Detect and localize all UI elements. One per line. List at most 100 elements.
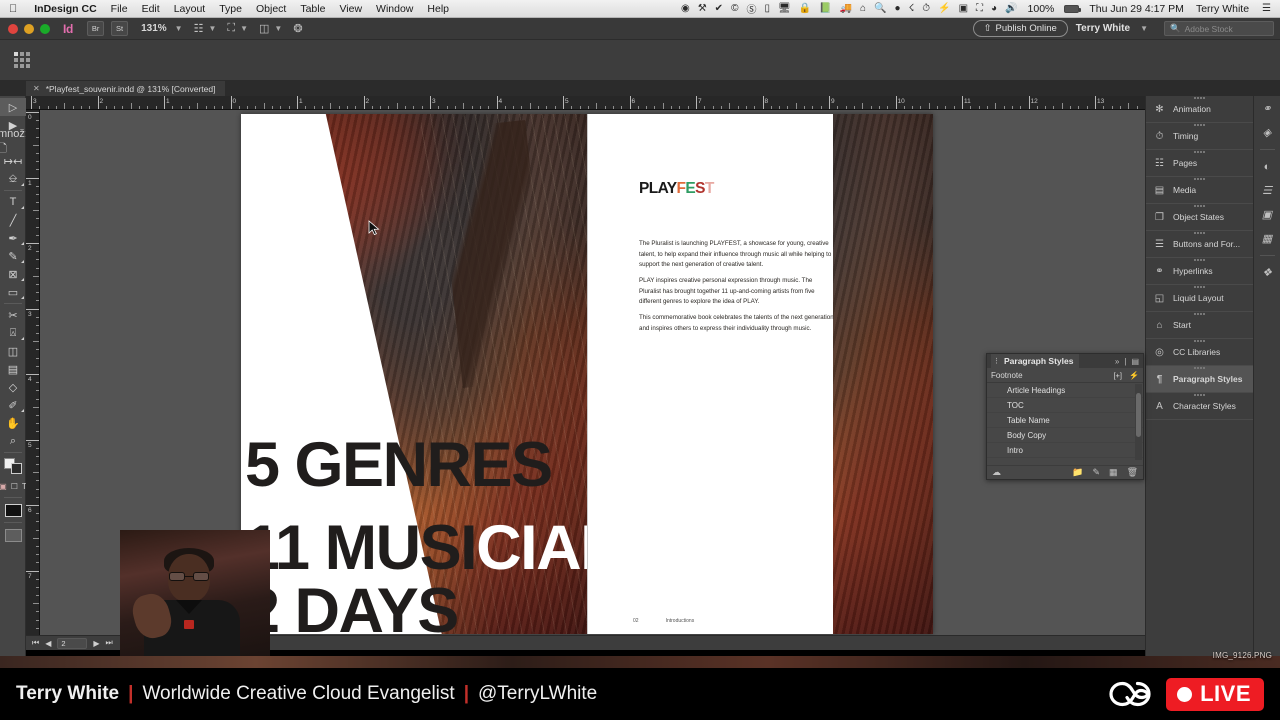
menu-edit[interactable]: Edit bbox=[135, 3, 167, 15]
window-controls[interactable] bbox=[0, 23, 59, 34]
minimize-window-button[interactable] bbox=[24, 23, 34, 34]
swatches-icon[interactable]: ☰ bbox=[1259, 183, 1276, 198]
dock-panel-cc-libraries[interactable]: ◎ CC Libraries bbox=[1146, 339, 1253, 366]
publish-online-button[interactable]: ⇧ Publish Online bbox=[972, 20, 1068, 37]
pencil-tool[interactable]: ✎ bbox=[0, 247, 26, 265]
gradient-swatch-tool[interactable]: ◫ bbox=[0, 342, 26, 360]
dropbox-icon[interactable]: ◉ bbox=[677, 3, 694, 14]
paragraph-styles-list[interactable]: Article Headings TOC Table Name Body Copy In… bbox=[987, 383, 1143, 461]
panel-menu-icon[interactable]: ▤ bbox=[1131, 357, 1139, 366]
menu-object[interactable]: Object bbox=[249, 3, 293, 15]
pen-tool[interactable]: ✒ bbox=[0, 229, 26, 247]
menu-table[interactable]: Table bbox=[293, 3, 332, 15]
clock-icon[interactable]: ⏱ bbox=[918, 3, 934, 14]
display-icon[interactable]: ▯ bbox=[760, 3, 774, 14]
cc-library-icon[interactable]: ☁ bbox=[992, 467, 1001, 478]
view-options-icon[interactable]: ⛶ bbox=[224, 22, 238, 35]
clear-overrides-icon[interactable]: ✎ bbox=[1093, 467, 1101, 478]
paragraph-style-row[interactable]: TOC bbox=[987, 398, 1143, 413]
battery-icon[interactable] bbox=[1060, 4, 1083, 13]
volume-icon[interactable]: 🔊 bbox=[1001, 3, 1021, 14]
globe-icon[interactable]: ● bbox=[891, 3, 905, 14]
scissors-tool[interactable]: ✂ bbox=[0, 306, 26, 324]
effects-icon[interactable]: ▦ bbox=[1259, 231, 1276, 246]
note-tool[interactable]: ◇ bbox=[0, 378, 26, 396]
rectangle-tool[interactable]: ▭ bbox=[0, 283, 26, 301]
new-group-icon[interactable]: 📁 bbox=[1072, 467, 1083, 478]
view-options-chevron-down-icon[interactable]: ▼ bbox=[238, 24, 256, 33]
paragraph-style-row[interactable]: Body Copy bbox=[987, 428, 1143, 443]
zoom-window-button[interactable] bbox=[40, 23, 50, 34]
type-tool[interactable]: T bbox=[0, 193, 26, 211]
color-icon[interactable]: ◐ bbox=[1259, 159, 1276, 174]
arrange-documents-chevron-down-icon[interactable]: ▼ bbox=[272, 24, 290, 33]
search-icon[interactable]: 🔍 bbox=[870, 3, 890, 14]
wifi-icon[interactable]: ◕ bbox=[987, 3, 1001, 14]
arrange-documents-icon[interactable]: ◫ bbox=[256, 22, 272, 35]
delete-icon[interactable]: 🗑 bbox=[1127, 467, 1138, 478]
paragraph-style-row[interactable]: Article Headings bbox=[987, 383, 1143, 398]
clock-label[interactable]: Thu Jun 29 4:17 PM bbox=[1083, 3, 1190, 15]
adobe-stock-search-input[interactable]: 🔍 Adobe Stock bbox=[1164, 21, 1274, 36]
zero-icon[interactable]: Ⓢ bbox=[742, 1, 760, 16]
menu-app-name[interactable]: InDesign CC bbox=[27, 3, 103, 15]
screen-mode-chevron-down-icon[interactable]: ▼ bbox=[206, 24, 224, 33]
gradient-feather-tool[interactable]: ▤ bbox=[0, 360, 26, 378]
battery-percent[interactable]: 100% bbox=[1022, 3, 1061, 15]
panel-grip[interactable] bbox=[1193, 313, 1206, 315]
dock-panel-timing[interactable]: ⏱ Timing bbox=[1146, 123, 1253, 150]
dock-panel-object-states[interactable]: ❐ Object States bbox=[1146, 204, 1253, 231]
page-number-field[interactable]: 2 bbox=[57, 637, 88, 649]
last-page-icon[interactable]: ⏭ bbox=[106, 638, 113, 648]
zoom-level-chevron-down-icon[interactable]: ▼ bbox=[173, 24, 191, 33]
document-tab[interactable]: ✕ *Playfest_souvenir.indd @ 131% [Conver… bbox=[26, 81, 226, 96]
house-icon[interactable]: ⌂ bbox=[856, 3, 870, 14]
menu-window[interactable]: Window bbox=[369, 3, 420, 15]
account-name[interactable]: Terry White bbox=[1076, 23, 1130, 34]
panel-grip[interactable] bbox=[1193, 151, 1206, 153]
panel-grip[interactable] bbox=[1193, 178, 1206, 180]
paragraph-styles-panel-header[interactable]: ⋮ Paragraph Styles » | ▤ bbox=[987, 354, 1143, 368]
horizontal-ruler[interactable]: 32101234567891011121314 bbox=[26, 96, 1145, 110]
zoom-tool[interactable]: ⌕ bbox=[0, 432, 26, 450]
hand-tool[interactable]: ✋ bbox=[0, 414, 26, 432]
workspace-icon[interactable]: ❂ bbox=[290, 22, 305, 35]
panel-grip[interactable] bbox=[1193, 205, 1206, 207]
menu-help[interactable]: Help bbox=[420, 3, 456, 15]
lock-icon[interactable]: 🔒 bbox=[795, 3, 815, 14]
collapse-icon[interactable]: » bbox=[1115, 357, 1119, 366]
paragraph-style-row[interactable]: Intro bbox=[987, 443, 1143, 458]
frame-tool[interactable]: ⊠ bbox=[0, 265, 26, 283]
links-icon[interactable]: ⚭ bbox=[1259, 101, 1276, 116]
eyedropper-tool[interactable]: ✐ bbox=[0, 396, 26, 414]
paragraph-styles-scrollbar[interactable] bbox=[1135, 384, 1142, 460]
panel-grip[interactable] bbox=[1193, 124, 1206, 126]
first-page-icon[interactable]: ⏮ bbox=[32, 638, 39, 648]
screen-mode-icon[interactable]: ☷ bbox=[191, 22, 207, 35]
gap-tool[interactable]: ↦↤ bbox=[0, 152, 26, 170]
current-style-row[interactable]: Footnote [+] ⚡ bbox=[987, 368, 1143, 383]
apple-icon[interactable]:  bbox=[0, 3, 27, 15]
clear-override-indicator[interactable]: [+] bbox=[1113, 371, 1122, 380]
quick-apply-icon[interactable]: ⚡ bbox=[1129, 371, 1139, 380]
copyright-icon[interactable]: © bbox=[727, 3, 742, 14]
dock-panel-liquid-layout[interactable]: ◱ Liquid Layout bbox=[1146, 285, 1253, 312]
menu-view[interactable]: View bbox=[332, 3, 369, 15]
free-transform-tool[interactable]: ⍓ bbox=[0, 324, 26, 342]
notebook-icon[interactable]: 📗 bbox=[815, 3, 835, 14]
line-tool[interactable]: ╱ bbox=[0, 211, 26, 229]
content-collector-tool[interactable]: ⎒ bbox=[0, 170, 26, 188]
dock-panel-paragraph-styles[interactable]: ¶ Paragraph Styles bbox=[1146, 366, 1253, 393]
menu-file[interactable]: File bbox=[104, 3, 135, 15]
dock-panel-start[interactable]: ⌂ Start bbox=[1146, 312, 1253, 339]
checkmark-circle-icon[interactable]: ✔ bbox=[711, 3, 727, 14]
panel-grip[interactable] bbox=[1193, 340, 1206, 342]
dock-panel-buttons-and-for[interactable]: ☰ Buttons and For... bbox=[1146, 231, 1253, 258]
panel-grip[interactable] bbox=[1193, 394, 1206, 396]
panel-grip[interactable] bbox=[1193, 259, 1206, 261]
normal-view-mode[interactable] bbox=[0, 525, 26, 545]
apply-color-swatch[interactable] bbox=[0, 500, 26, 520]
libraries-rail-icon[interactable]: ❖ bbox=[1259, 265, 1276, 280]
paragraph-style-row[interactable]: Table Name bbox=[987, 413, 1143, 428]
dock-panel-animation[interactable]: ✻ Animation bbox=[1146, 96, 1253, 123]
